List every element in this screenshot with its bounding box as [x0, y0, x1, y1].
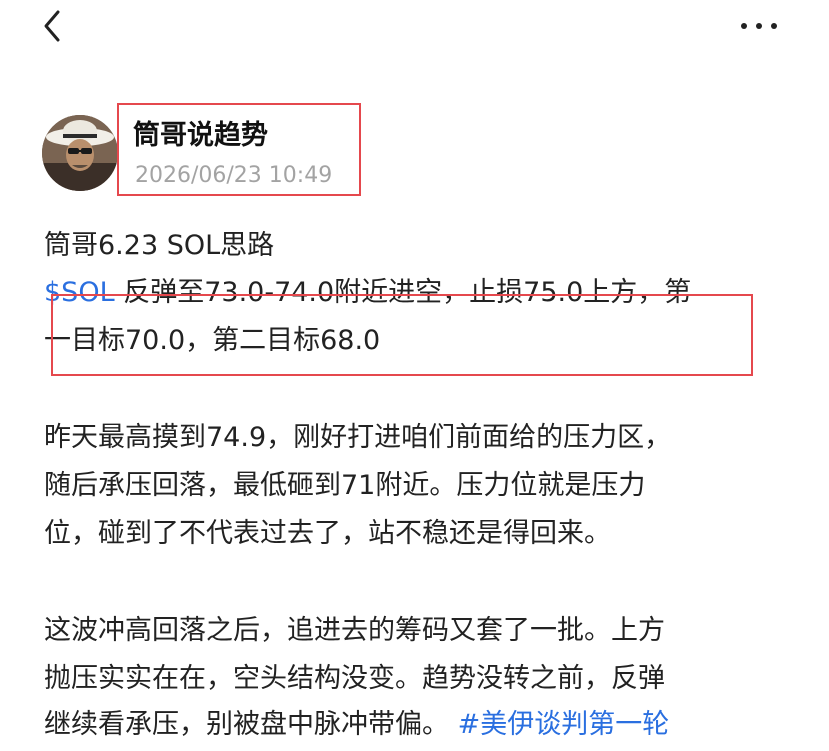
avatar-photo	[42, 115, 118, 191]
trade-plan-annotation-box	[51, 294, 753, 376]
post-timestamp: 2026/06/23 10:49	[135, 163, 333, 188]
paragraph-2-line-2: 抛压实实在在，空头结构没变。趋势没转之前，反弹	[44, 663, 665, 694]
back-button[interactable]	[30, 0, 82, 52]
paragraph-1-line-3: 位，碰到了不代表过去了，站不稳还是得回来。	[44, 518, 611, 549]
paragraph-1-line-2: 随后承压回落，最低砸到71附近。压力位就是压力	[44, 470, 646, 501]
author-name[interactable]: 筒哥说趋势	[133, 118, 268, 154]
paragraph-2-line-1: 这波冲高回落之后，追进去的筹码又套了一批。上方	[44, 615, 665, 646]
post-title-line: 筒哥6.23 SOL思路	[44, 230, 275, 261]
hashtag-link[interactable]: #美伊谈判第一轮	[458, 709, 670, 740]
avatar[interactable]	[42, 115, 118, 191]
more-horizontal-icon	[741, 23, 777, 29]
more-options-button[interactable]	[730, 6, 790, 46]
paragraph-1-line-1: 昨天最高摸到74.9，刚好打进咱们前面给的压力区，	[44, 422, 672, 453]
paragraph-2-line-3: 继续看承压，别被盘中脉冲带偏。 #美伊谈判第一轮	[44, 705, 669, 745]
post-detail-screen: 筒哥说趋势 2026/06/23 10:49 筒哥6.23 SOL思路 $SOL…	[0, 0, 829, 751]
chevron-left-icon	[44, 10, 60, 42]
paragraph-2-text-3: 继续看承压，别被盘中脉冲带偏。	[44, 709, 449, 740]
